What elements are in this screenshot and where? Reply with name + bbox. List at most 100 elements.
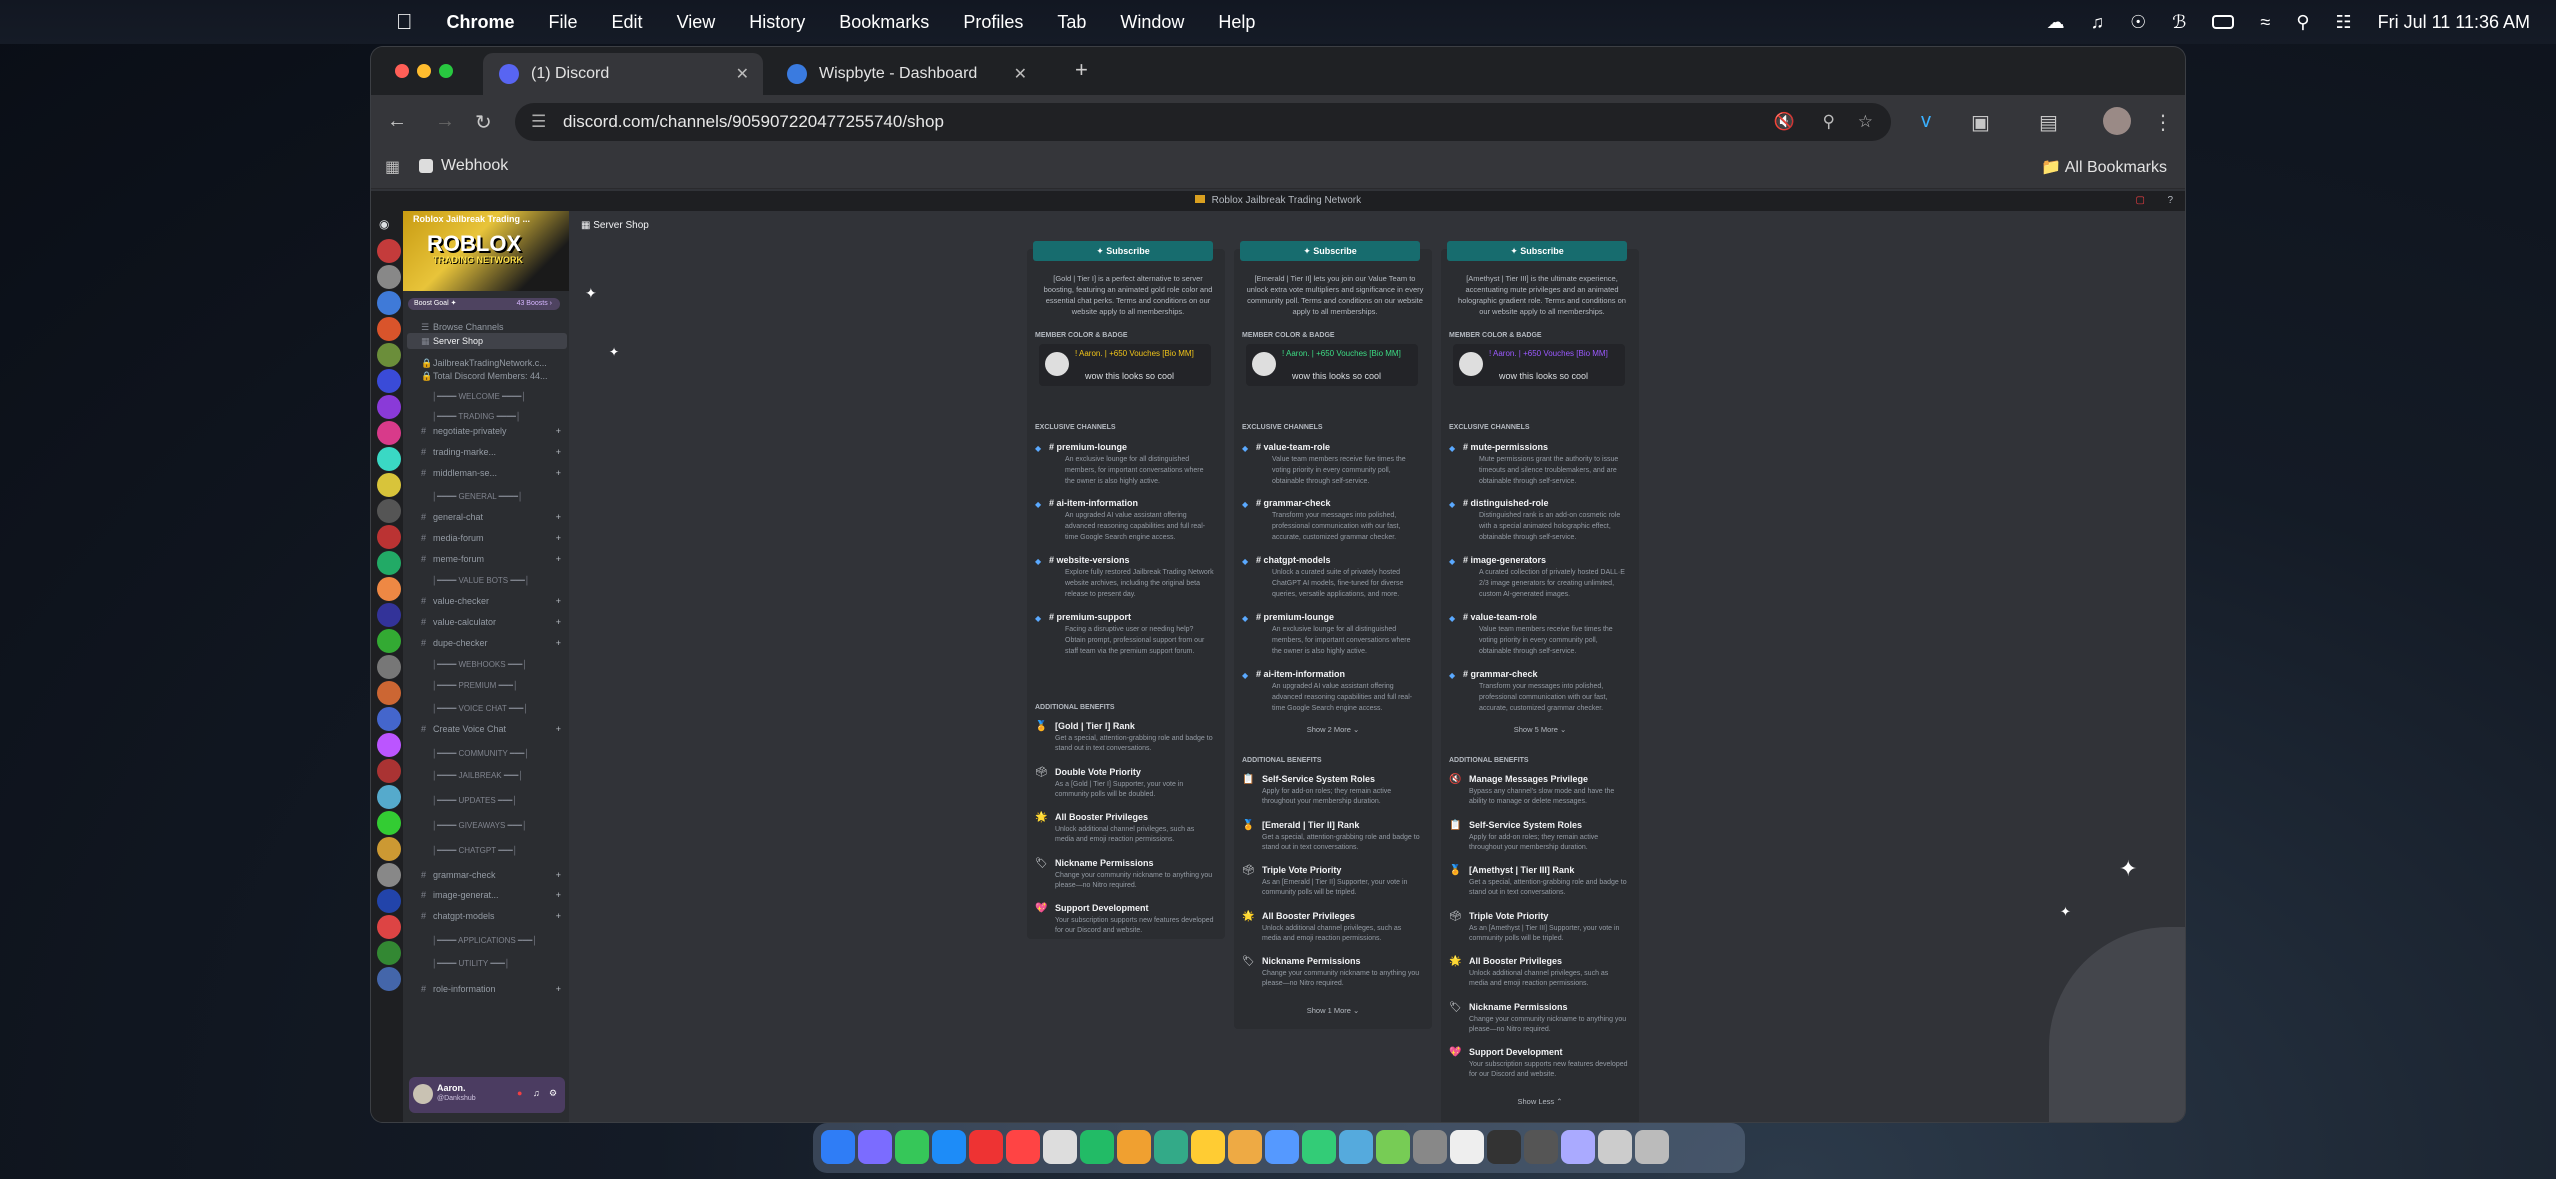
dock-app-icon[interactable] [1487,1130,1521,1164]
menu-bookmarks[interactable]: Bookmarks [839,12,929,33]
menu-tab[interactable]: Tab [1057,12,1086,33]
add-icon[interactable]: + [556,465,561,481]
server-icon[interactable] [377,421,401,445]
server-icon[interactable] [377,707,401,731]
channel-item[interactable]: # value-checker + [407,593,567,609]
menu-window[interactable]: Window [1120,12,1184,33]
subscribe-button[interactable]: ✦ Subscribe [1447,241,1627,261]
media-icon[interactable]: ▤ [2039,110,2058,135]
server-icon[interactable] [377,889,401,913]
subscribe-button[interactable]: ✦ Subscribe [1240,241,1420,261]
back-icon[interactable]: ← [387,110,407,133]
add-icon[interactable]: + [556,509,561,525]
channel-item[interactable]: # grammar-check + [407,867,567,883]
new-tab-icon[interactable]: + [1075,57,1088,83]
tab-discord[interactable]: (1) Discord ✕ [483,53,763,95]
exclusive-channel[interactable]: ◆ # image-generators A curated collection … [1449,555,1633,609]
dock-app-icon[interactable] [932,1130,966,1164]
help-icon[interactable]: ? [2167,191,2173,211]
category-header[interactable]: │━━━━ JAILBREAK ━━━│ [407,768,567,784]
channel-item[interactable]: # media-forum + [407,530,567,546]
menu-help[interactable]: Help [1218,12,1255,33]
forward-icon[interactable]: → [435,110,455,133]
menu-app-name[interactable]: Chrome [447,12,515,33]
exclusive-channel[interactable]: ◆ # ai-item-information An upgraded AI val… [1035,498,1219,552]
dock-app-icon[interactable] [1561,1130,1595,1164]
server-icon[interactable] [377,343,401,367]
server-icon[interactable] [377,837,401,861]
server-icon[interactable] [377,239,401,263]
server-icon[interactable] [377,629,401,653]
dock-app-icon[interactable] [1006,1130,1040,1164]
dock-app-icon[interactable] [1117,1130,1151,1164]
server-icon[interactable] [377,681,401,705]
exclusive-channel[interactable]: ◆ # grammar-check Transform your messages … [1242,498,1426,552]
server-icon[interactable] [377,603,401,627]
channel-item[interactable]: # value-calculator + [407,614,567,630]
show-more-channels[interactable]: Show 2 More ⌄ [1234,725,1432,734]
server-icon[interactable] [377,733,401,757]
server-icon[interactable] [377,915,401,939]
menu-history[interactable]: History [749,12,805,33]
profile-avatar[interactable] [2103,107,2131,135]
menu-view[interactable]: View [677,12,716,33]
apple-icon[interactable]:  [396,9,413,35]
dock-app-icon[interactable] [821,1130,855,1164]
add-icon[interactable]: + [556,908,561,924]
dock-app-icon[interactable] [1635,1130,1669,1164]
dock-app-icon[interactable] [1080,1130,1114,1164]
show-more-toggle[interactable]: Show Less ⌃ [1441,1097,1639,1106]
server-name[interactable]: Roblox Jailbreak Trading ... [413,214,530,224]
channel-item[interactable]: # dupe-checker + [407,635,567,651]
menu-profiles[interactable]: Profiles [963,12,1023,33]
info-channel[interactable]: 🔒 Total Discord Members: 44... [407,368,567,384]
dock-app-icon[interactable] [1450,1130,1484,1164]
server-icon[interactable] [377,811,401,835]
all-bookmarks[interactable]: 📁 All Bookmarks [2041,157,2167,177]
exclusive-channel[interactable]: ◆ # value-team-role Value team members rec… [1449,612,1633,666]
exclusive-channel[interactable]: ◆ # premium-lounge An exclusive lounge for… [1035,442,1219,496]
exclusive-channel[interactable]: ◆ # distinguished-role Distinguished rank … [1449,498,1633,552]
mute-icon[interactable]: 🔇 [1774,112,1795,132]
add-icon[interactable]: + [556,981,561,997]
subscribe-button[interactable]: ✦ Subscribe [1033,241,1213,261]
exclusive-channel[interactable]: ◆ # mute-permissions Mute permissions gran… [1449,442,1633,496]
category-header[interactable]: │━━━━ WEBHOOKS ━━━│ [407,657,567,673]
server-icon[interactable] [377,941,401,965]
menu-file[interactable]: File [549,12,578,33]
zoom-window-button[interactable] [439,64,453,78]
minimize-window-button[interactable] [417,64,431,78]
channel-item[interactable]: # general-chat + [407,509,567,525]
settings-gear-icon[interactable]: ⚙ [549,1088,557,1099]
address-bar[interactable]: ☰ discord.com/channels/90590722047725574… [515,103,1891,141]
server-icon[interactable] [377,499,401,523]
category-header[interactable]: │━━━━ VOICE CHAT ━━━│ [407,701,567,717]
channel-item[interactable]: # image-generat... + [407,887,567,903]
category-header[interactable]: │━━━━ VALUE BOTS ━━━│ [407,573,567,589]
add-icon[interactable]: + [556,593,561,609]
category-header[interactable]: │━━━━ APPLICATIONS ━━━│ [407,933,567,949]
add-icon[interactable]: + [556,530,561,546]
dock-app-icon[interactable] [895,1130,929,1164]
server-icon[interactable] [377,785,401,809]
channel-item[interactable]: # meme-forum + [407,551,567,567]
server-icon[interactable] [377,317,401,341]
boost-goal-bar[interactable]: Boost Goal ✦ 43 Boosts › [408,298,560,310]
dock-app-icon[interactable] [1524,1130,1558,1164]
airdrop-icon[interactable]: ☉ [2130,12,2146,33]
exclusive-channel[interactable]: ◆ # chatgpt-models Unlock a curated suite … [1242,555,1426,609]
inbox-icon[interactable]: ▢ [2136,191,2145,211]
server-shop-nav[interactable]: ▦ Server Shop [407,333,567,349]
tab-wispbyte[interactable]: Wispbyte - Dashboard ✕ [771,53,1041,95]
clock[interactable]: Fri Jul 11 11:36 AM [2378,12,2530,33]
add-icon[interactable]: + [556,423,561,439]
server-icon[interactable] [377,369,401,393]
channel-item[interactable]: # middleman-se... + [407,465,567,481]
dock-app-icon[interactable] [1302,1130,1336,1164]
apps-grid-icon[interactable]: ▦ [385,157,400,177]
vimeo-extension-icon[interactable]: v [1921,110,1931,133]
server-icon[interactable] [377,447,401,471]
category-header[interactable]: │━━━━ PREMIUM ━━━│ [407,678,567,694]
wifi-icon[interactable]: ≈ [2260,12,2270,33]
add-icon[interactable]: + [556,887,561,903]
